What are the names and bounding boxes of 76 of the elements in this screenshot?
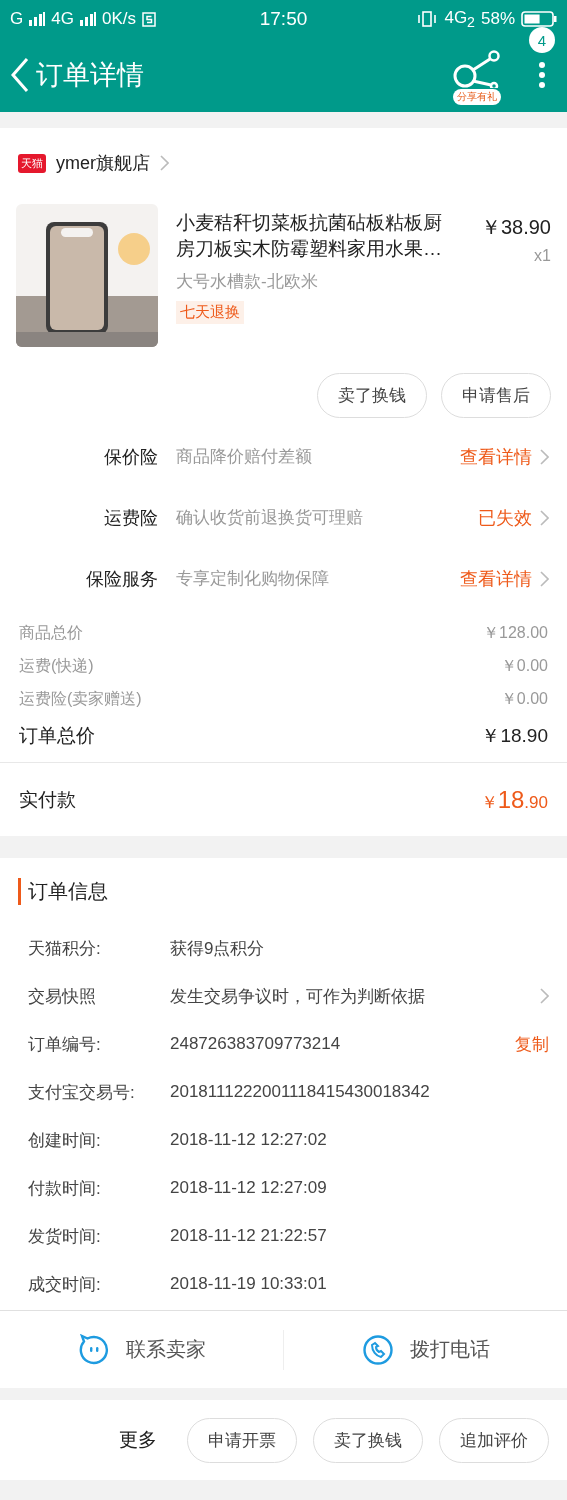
count-badge: 4	[529, 27, 555, 53]
info-value: 248726383709773214	[170, 1034, 342, 1054]
sim-icon	[141, 11, 156, 27]
info-label: 交易快照	[28, 985, 97, 1008]
service-description: 商品降价赔付差额	[176, 446, 313, 468]
action-button[interactable]: 卖了换钱	[313, 1417, 423, 1463]
page-title: 订单详情	[36, 59, 145, 92]
cost-value: ￥0.00	[500, 656, 548, 676]
paid-amount: ￥18.90	[480, 785, 548, 814]
service-link[interactable]: 查看详情	[460, 566, 532, 591]
section-title: 订单信息	[18, 877, 108, 905]
info-value: 2018-11-12 12:27:02	[170, 1130, 328, 1150]
status-time: 17:50	[259, 8, 308, 30]
cost-label: 运费险(卖家赠送)	[19, 689, 142, 709]
cost-value: ￥0.00	[500, 689, 548, 709]
chevron-icon	[160, 155, 169, 171]
chevron-icon	[540, 448, 549, 465]
info-label: 订单编号:	[28, 1033, 102, 1056]
info-label: 发货时间:	[28, 1225, 102, 1248]
cost-label: 商品总价	[19, 623, 83, 643]
store-name[interactable]: ymer旗舰店	[56, 151, 150, 175]
info-label: 支付宝交易号:	[28, 1081, 136, 1104]
copy-link[interactable]: 复制	[515, 1032, 549, 1056]
info-value: 2018-11-19 10:33:01	[170, 1274, 328, 1294]
product-variant: 大号水槽款-北欧米	[176, 271, 318, 293]
info-label: 成交时间:	[28, 1273, 102, 1296]
signal-icon	[29, 12, 46, 26]
product-quantity: x1	[534, 247, 551, 265]
cost-value: ￥18.90	[481, 724, 548, 748]
info-value: 获得9点积分	[170, 937, 266, 960]
status-text: 58%	[481, 9, 515, 29]
service-label: 保险服务	[85, 567, 159, 591]
more-icon[interactable]	[539, 61, 545, 89]
paid-label: 实付款	[19, 787, 76, 812]
store-badge: 天猫	[18, 153, 46, 173]
service-link[interactable]: 已失效	[478, 505, 532, 530]
service-label: 保价险	[103, 445, 159, 469]
action-button[interactable]: 申请开票	[187, 1417, 297, 1463]
cost-label: 订单总价	[19, 724, 95, 748]
action-button[interactable]: 卖了换钱	[317, 373, 427, 418]
service-link[interactable]: 查看详情	[460, 444, 532, 469]
battery-icon	[521, 10, 557, 28]
chevron-icon	[540, 988, 549, 1004]
chat-icon	[77, 1333, 110, 1366]
info-value: 2018111222001118415430018342	[170, 1082, 431, 1102]
vibrate-icon	[416, 10, 439, 28]
info-label: 创建时间:	[28, 1129, 102, 1152]
action-button[interactable]: 追加评价	[439, 1417, 549, 1463]
info-label: 天猫积分:	[28, 937, 102, 960]
return-tag: 七天退换	[176, 301, 244, 324]
back-icon[interactable]	[10, 57, 30, 93]
info-value: 2018-11-12 21:22:57	[170, 1226, 328, 1246]
more-link[interactable]: 更多	[119, 1427, 157, 1453]
cost-label: 运费(快递)	[19, 656, 94, 676]
signal-icon	[79, 12, 96, 26]
cost-value: ￥128.00	[483, 623, 548, 643]
share-label: 分享有礼	[453, 88, 501, 105]
phone-icon	[361, 1333, 394, 1366]
chevron-icon	[540, 509, 549, 526]
contact-button[interactable]: 联系卖家	[0, 1319, 283, 1380]
service-description: 专享定制化购物保障	[176, 568, 330, 590]
contact-button[interactable]: 拨打电话	[284, 1319, 567, 1380]
status-text: G	[10, 9, 24, 29]
info-value: 发生交易争议时，可作为判断依据	[170, 985, 426, 1008]
service-description: 确认收货前退换货可理赔	[176, 507, 364, 529]
status-text: 4G$_{2}$	[444, 7, 475, 31]
share-icon[interactable]	[451, 49, 503, 88]
status-text: 0K/s	[101, 9, 136, 29]
service-label: 运费险	[103, 506, 159, 530]
action-button[interactable]: 申请售后	[441, 373, 551, 418]
product-title[interactable]: 小麦秸秆切菜板抗菌砧板粘板厨房刀板实木防霉塑料家用水果…	[176, 210, 455, 262]
product-price: ￥38.90	[480, 215, 551, 240]
status-text: 4G	[51, 9, 74, 29]
chevron-icon	[540, 570, 549, 587]
info-value: 2018-11-12 12:27:09	[170, 1178, 328, 1198]
info-label: 付款时间:	[28, 1177, 102, 1200]
